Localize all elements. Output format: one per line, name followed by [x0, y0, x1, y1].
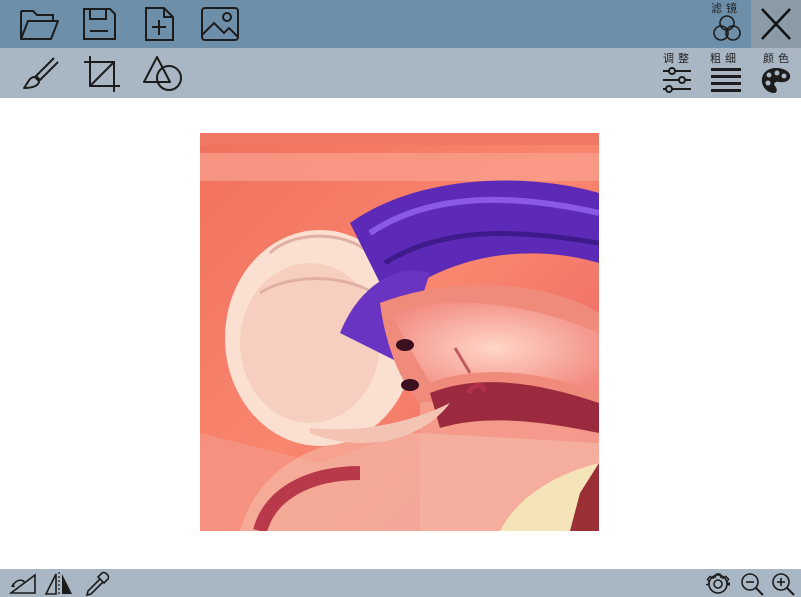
zoom-out-icon[interactable] — [740, 572, 764, 596]
gear-icon[interactable] — [706, 572, 730, 596]
image-icon[interactable] — [199, 5, 241, 43]
flip-icon[interactable] — [44, 572, 74, 596]
close-button[interactable] — [751, 0, 801, 48]
shapes-icon[interactable] — [142, 54, 184, 94]
close-icon — [761, 8, 791, 40]
color-label: 颜色 — [763, 52, 793, 65]
save-icon[interactable] — [80, 5, 118, 43]
edited-photo[interactable] — [200, 133, 599, 531]
thickness-label: 粗细 — [710, 52, 740, 65]
adjust-label: 调整 — [663, 52, 693, 65]
brush-icon[interactable] — [20, 54, 60, 94]
sliders-icon[interactable] — [661, 66, 693, 94]
new-file-icon[interactable] — [142, 5, 178, 43]
top-toolbar — [0, 0, 801, 48]
palette-icon[interactable] — [760, 66, 792, 96]
filter-icon[interactable] — [711, 12, 743, 44]
status-bar — [0, 569, 801, 597]
eyedropper-icon[interactable] — [84, 571, 110, 597]
rotate-icon[interactable] — [9, 573, 37, 595]
zoom-in-icon[interactable] — [771, 572, 795, 596]
line-weight-icon[interactable] — [710, 66, 742, 94]
folder-open-icon[interactable] — [18, 5, 60, 43]
crop-icon[interactable] — [82, 54, 122, 94]
